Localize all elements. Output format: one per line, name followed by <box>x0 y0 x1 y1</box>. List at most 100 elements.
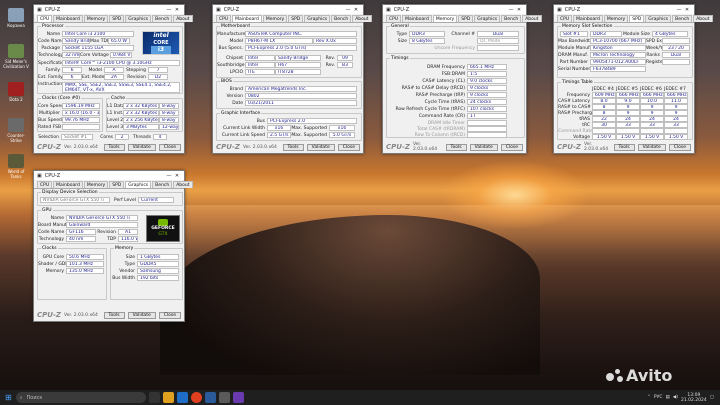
tab-mainboard[interactable]: Mainboard <box>402 15 432 22</box>
tools-button[interactable]: Tools <box>103 311 125 319</box>
tab-bench[interactable]: Bench <box>501 15 522 22</box>
recycle-bin-icon[interactable]: Корзина <box>3 8 29 28</box>
cpu-name: Intel Core i3 2100 <box>62 31 134 37</box>
tools-button[interactable]: Tools <box>445 143 467 151</box>
validate-button[interactable]: Validate <box>306 143 335 151</box>
tab-cpu[interactable]: CPU <box>37 181 53 188</box>
cpuz-taskbar-icon[interactable] <box>218 392 230 403</box>
tab-about[interactable]: About <box>173 15 193 22</box>
tools-button[interactable]: Tools <box>613 143 635 151</box>
chevron-up-icon[interactable]: ⌃ <box>647 395 651 400</box>
tab-spd[interactable]: SPD <box>629 15 645 22</box>
close-icon[interactable]: ✕ <box>173 173 181 179</box>
tab-mainboard[interactable]: Mainboard <box>573 15 603 22</box>
footer: CPU-Z Ver. 2.03.0.x64 Tools Validate Close <box>554 141 694 153</box>
network-icon[interactable]: ▤ <box>665 395 669 400</box>
tab-cpu[interactable]: CPU <box>386 15 402 22</box>
tab-spd[interactable]: SPD <box>109 181 125 188</box>
tab-about[interactable]: About <box>352 15 372 22</box>
tab-bench[interactable]: Bench <box>152 181 173 188</box>
title-bar[interactable]: ▣ CPU-Z — ✕ <box>383 5 526 14</box>
memory-group: Memory Size 1 GBytes Type GDDR5 Vendor Sams… <box>110 246 183 300</box>
volume-icon[interactable]: ◀) <box>673 395 678 400</box>
dota-icon[interactable]: Dota 2 <box>3 82 29 102</box>
minimize-icon[interactable]: — <box>344 7 352 13</box>
file-explorer-icon[interactable] <box>162 392 174 403</box>
tab-graphics[interactable]: Graphics <box>304 15 331 22</box>
tools-button[interactable]: Tools <box>282 143 304 151</box>
tab-memory[interactable]: Memory <box>603 15 629 22</box>
validate-button[interactable]: Validate <box>127 143 156 151</box>
slot-select[interactable]: Slot #1 <box>560 31 588 37</box>
processor-group: Processor Name Intel Core i3 2100 Code Na… <box>37 24 183 94</box>
cpuz-app-icon: ▣ <box>557 6 562 13</box>
notifications-icon[interactable]: ▢ <box>710 395 714 400</box>
clock[interactable]: 13:09 21.02.2024 <box>681 393 707 403</box>
search-box[interactable]: ⌕ Поиск <box>15 392 146 403</box>
tab-about[interactable]: About <box>173 181 193 188</box>
title-bar[interactable]: ▣ CPU-Z — ✕ <box>34 5 184 14</box>
tab-mainboard[interactable]: Mainboard <box>232 15 262 22</box>
tab-cpu[interactable]: CPU <box>216 15 232 22</box>
tab-about[interactable]: About <box>522 15 542 22</box>
chrome-icon[interactable] <box>190 392 202 403</box>
tab-spd[interactable]: SPD <box>458 15 474 22</box>
minimize-icon[interactable]: — <box>507 7 515 13</box>
display-device-group: Display Device Selection NVIDIA GeForce … <box>37 190 183 206</box>
tab-mainboard[interactable]: Mainboard <box>53 15 83 22</box>
app-taskbar-icon[interactable] <box>232 392 244 403</box>
minimize-icon[interactable]: — <box>165 7 173 13</box>
windows-start-icon[interactable]: ⊞ <box>5 393 12 402</box>
cpuz-app-icon: ▣ <box>37 172 42 179</box>
tab-graphics[interactable]: Graphics <box>645 15 672 22</box>
intel-core-i3-logo: intel CORE i3 <box>142 31 180 55</box>
minimize-icon[interactable]: — <box>675 7 683 13</box>
tab-cpu[interactable]: CPU <box>557 15 573 22</box>
tab-memory[interactable]: Memory <box>432 15 458 22</box>
tab-bench[interactable]: Bench <box>152 15 173 22</box>
tab-spd[interactable]: SPD <box>288 15 304 22</box>
bios-group: BIOS Brand American Megatrends Inc. Versi… <box>216 79 362 109</box>
edge-icon[interactable] <box>176 392 188 403</box>
motherboard-group: Motherboard Manufacturer ASUSTeK Computer… <box>216 24 362 78</box>
close-icon[interactable]: ✕ <box>173 7 181 13</box>
validate-button[interactable]: Validate <box>127 311 156 319</box>
tab-memory[interactable]: Memory <box>83 181 109 188</box>
close-button[interactable]: Close <box>500 143 523 151</box>
validate-button[interactable]: Validate <box>637 143 666 151</box>
tab-spd[interactable]: SPD <box>109 15 125 22</box>
close-icon[interactable]: ✕ <box>683 7 691 13</box>
tab-about[interactable]: About <box>693 15 713 22</box>
close-button[interactable]: Close <box>337 143 360 151</box>
world-of-tanks-icon[interactable]: World of Tanks <box>3 154 29 179</box>
tab-memory[interactable]: Memory <box>262 15 288 22</box>
tab-graphics[interactable]: Graphics <box>125 15 152 22</box>
counter-strike-icon[interactable]: Counter-Strike <box>3 118 29 143</box>
socket-select[interactable]: Socket #1 <box>61 134 93 140</box>
close-button[interactable]: Close <box>668 143 691 151</box>
title-bar[interactable]: ▣ CPU-Z — ✕ <box>34 171 184 180</box>
close-button[interactable]: Close <box>158 143 181 151</box>
tab-memory[interactable]: Memory <box>83 15 109 22</box>
tab-bench[interactable]: Bench <box>672 15 693 22</box>
close-icon[interactable]: ✕ <box>352 7 360 13</box>
steam-icon[interactable] <box>204 392 216 403</box>
close-button[interactable]: Close <box>158 311 181 319</box>
tab-cpu[interactable]: CPU <box>37 15 53 22</box>
tab-graphics[interactable]: Graphics <box>474 15 501 22</box>
tab-mainboard[interactable]: Mainboard <box>53 181 83 188</box>
lang-indicator[interactable]: РУС <box>654 395 663 400</box>
minimize-icon[interactable]: — <box>165 173 173 179</box>
perf-level-select[interactable]: Current <box>138 197 174 203</box>
tab-graphics[interactable]: Graphics <box>125 181 152 188</box>
title-bar[interactable]: ▣ CPU-Z — ✕ <box>213 5 363 14</box>
civilization-icon[interactable]: Sid Meier's Civilization V <box>3 44 29 69</box>
tools-button[interactable]: Tools <box>103 143 125 151</box>
title-bar[interactable]: ▣ CPU-Z — ✕ <box>554 5 694 14</box>
tab-bench[interactable]: Bench <box>331 15 352 22</box>
validate-button[interactable]: Validate <box>469 143 498 151</box>
device-select[interactable]: NVIDIA GeForce GTX 550 Ti <box>40 197 110 203</box>
footer: CPU-Z Ver. 2.03.0.x64 Tools Validate Close <box>34 141 184 153</box>
task-view-icon[interactable] <box>148 392 160 403</box>
close-icon[interactable]: ✕ <box>515 7 523 13</box>
